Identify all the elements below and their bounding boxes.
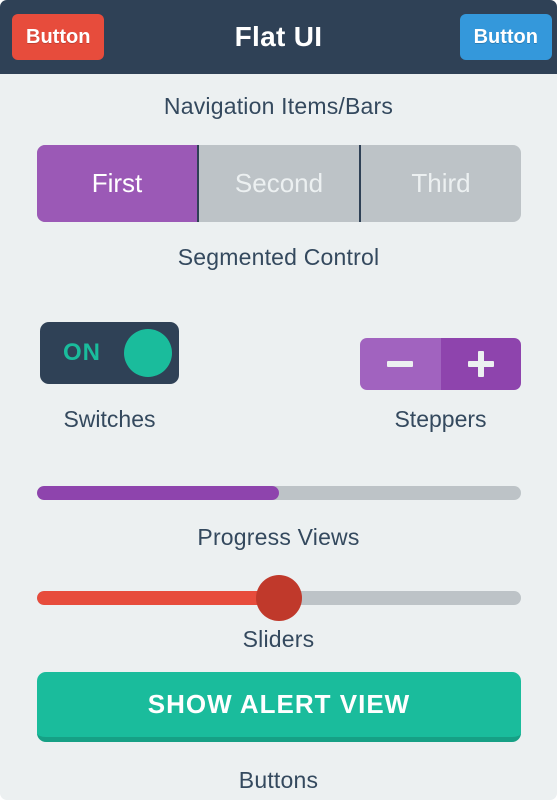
- caption-navigation: Navigation Items/Bars: [163, 93, 394, 119]
- switch-knob[interactable]: [124, 329, 172, 377]
- progress-bar: [37, 486, 521, 500]
- switch-state-label: ON: [63, 339, 101, 366]
- stepper-control[interactable]: [360, 338, 521, 390]
- slider-track-fill: [37, 591, 279, 605]
- caption-segmented-control: Segmented Control: [177, 244, 380, 270]
- segment-second[interactable]: Second: [197, 145, 359, 222]
- caption-progress-views: Progress Views: [197, 524, 360, 550]
- plus-icon-vertical: [477, 351, 484, 377]
- segmented-control[interactable]: First Second Third: [37, 145, 521, 222]
- stepper-increment-button[interactable]: [440, 338, 521, 390]
- caption-sliders: Sliders: [242, 626, 315, 652]
- caption-switches: Switches: [63, 406, 156, 432]
- stepper-decrement-button[interactable]: [360, 338, 441, 390]
- caption-buttons: Buttons: [238, 767, 319, 793]
- progress-bar-fill: [37, 486, 279, 500]
- slider-knob[interactable]: [256, 575, 302, 621]
- navbar-right-button[interactable]: Button: [459, 14, 552, 60]
- slider-control[interactable]: [37, 575, 521, 621]
- minus-icon: [387, 361, 414, 367]
- navigation-bar: Button Flat UI Button: [0, 0, 557, 74]
- caption-steppers: Steppers: [394, 406, 487, 432]
- switch-toggle[interactable]: ON: [40, 322, 179, 384]
- show-alert-view-button[interactable]: SHOW ALERT VIEW: [37, 672, 521, 742]
- navbar-left-button[interactable]: Button: [12, 14, 105, 60]
- segment-third[interactable]: Third: [359, 145, 521, 222]
- segment-first[interactable]: First: [37, 145, 197, 222]
- flat-ui-demo-screen: Button Flat UI Button Navigation Items/B…: [0, 0, 557, 800]
